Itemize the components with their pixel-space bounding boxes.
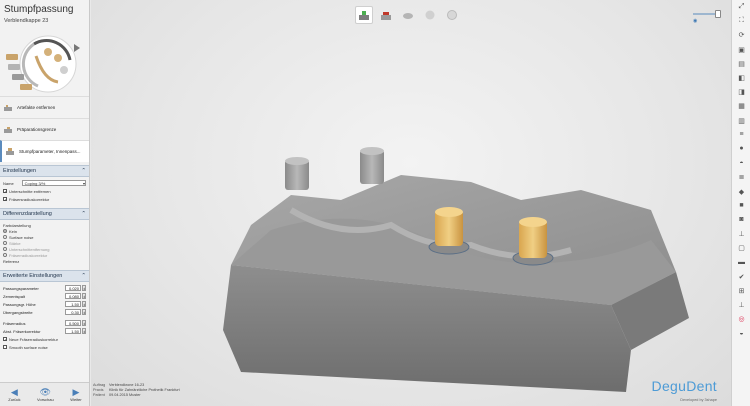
param-row: Zementspalt 0.080 ⇕ bbox=[3, 293, 86, 299]
preview-button[interactable]: 👁 Vorschau bbox=[37, 387, 54, 402]
chevron-up-icon[interactable]: ⌃ bbox=[81, 168, 86, 174]
case-info: Auftrag Verblendkrone 16-23 Praxis Klinik … bbox=[93, 383, 180, 398]
zoom-extents-icon[interactable]: ⛶ bbox=[732, 14, 750, 28]
step-label: Stumpfparameter, Innenpass... bbox=[19, 149, 81, 154]
checkbox[interactable]: ✓ bbox=[3, 337, 7, 342]
advanced-section: Passungsparameter 0.020 ⇕ Zementspalt 0.080… bbox=[0, 282, 89, 353]
eye-icon: 👁 bbox=[39, 387, 52, 397]
difference-section: Farbdarstellung Kein Surface noise Stärk… bbox=[0, 220, 89, 267]
wizard-dial[interactable] bbox=[0, 30, 89, 96]
wizard-navigation: ◀ Zurück 👁 Vorschau ▶ Weiter bbox=[0, 382, 89, 406]
ruler-icon[interactable]: ⊥ bbox=[732, 298, 750, 312]
fit-view-icon[interactable]: ⤢ bbox=[732, 0, 750, 14]
step-die-params[interactable]: Stumpfparameter, Innenpass... bbox=[0, 140, 89, 162]
left-view-icon[interactable]: ◧ bbox=[732, 71, 750, 85]
advanced-header[interactable]: Erweiterte Einstellungen ⌃ bbox=[0, 270, 89, 282]
margin-icon bbox=[4, 126, 12, 133]
param-row: Abst. Fräserkorrektur 1.50 ⇕ bbox=[3, 328, 86, 334]
right-toolbar: ⤢ ⛶ ⟳ ▣ ▤ ◧ ◨ ▦ ▥ ≡ ● ◓ ≣ ◆ ■ ◙ ⊥ ▢ ▬ ✔ … bbox=[731, 0, 750, 406]
forward-arrow-icon: ▶ bbox=[72, 387, 80, 397]
param-row: Übergangsbreite 0.30 ⇕ bbox=[3, 309, 86, 315]
palette-icon[interactable]: ◎ bbox=[732, 312, 750, 326]
step-margin[interactable]: Präparationsgrenze bbox=[0, 118, 89, 140]
panel-title: Stumpfpassung bbox=[4, 4, 74, 15]
param-input[interactable]: 0.30 bbox=[65, 309, 81, 315]
top-view-icon[interactable]: ▦ bbox=[732, 99, 750, 113]
measure-icon[interactable]: ⊥ bbox=[732, 227, 750, 241]
radio[interactable] bbox=[3, 229, 7, 233]
3d-viewport[interactable]: ◉ Auftrag Verblendkrone 16-23 Praxis Kli… bbox=[91, 0, 731, 406]
radio[interactable] bbox=[3, 253, 7, 257]
layers-icon[interactable]: ≡ bbox=[732, 128, 750, 142]
back-button[interactable]: ◀ Zurück bbox=[8, 387, 20, 402]
param-row: Fräserradius 0.500 ⇕ bbox=[3, 320, 86, 326]
layers-icon[interactable]: ≣ bbox=[732, 170, 750, 184]
front-view-icon[interactable]: ▣ bbox=[732, 43, 750, 57]
rotate-icon[interactable]: ⟳ bbox=[732, 28, 750, 42]
jaw-icon[interactable]: ◒ bbox=[732, 326, 750, 340]
chevron-up-icon[interactable]: ⌃ bbox=[81, 211, 86, 217]
param-input[interactable]: 0.020 bbox=[65, 285, 81, 291]
step-label: Artefakte entfernen bbox=[17, 105, 56, 110]
radio[interactable] bbox=[3, 247, 7, 251]
die-params-icon bbox=[6, 147, 14, 155]
spinner[interactable]: ⇕ bbox=[82, 285, 86, 291]
brand-logo: DeguDent bbox=[651, 378, 717, 394]
back-arrow-icon: ◀ bbox=[10, 387, 18, 397]
cross-section-icon[interactable]: ⊞ bbox=[732, 284, 750, 298]
tooth-icon[interactable]: ◓ bbox=[732, 156, 750, 170]
next-button[interactable]: ▶ Weiter bbox=[70, 387, 81, 402]
radio[interactable] bbox=[3, 235, 7, 239]
back-view-icon[interactable]: ▤ bbox=[732, 57, 750, 71]
radio[interactable] bbox=[3, 241, 7, 245]
cube-icon[interactable]: ■ bbox=[732, 199, 750, 213]
spinner[interactable]: ⇕ bbox=[82, 328, 86, 334]
spinner[interactable]: ⇕ bbox=[82, 309, 86, 315]
model-icon[interactable]: ▬ bbox=[732, 255, 750, 269]
checkbox[interactable]: ✓ bbox=[3, 189, 7, 194]
name-select[interactable]: Coping 3/% ▾ bbox=[21, 180, 86, 186]
model-icon bbox=[4, 104, 12, 111]
bottom-view-icon[interactable]: ▥ bbox=[732, 114, 750, 128]
spinner[interactable]: ⇕ bbox=[82, 301, 86, 307]
spinner[interactable]: ⇕ bbox=[82, 293, 86, 299]
param-input[interactable]: 0.080 bbox=[65, 293, 81, 299]
param-row: Passungsgr. Höhe 1.50 ⇕ bbox=[3, 301, 86, 307]
panel-subtitle: Verblendkappe 23 bbox=[4, 18, 49, 24]
reference-label: Referenz bbox=[3, 259, 20, 264]
checkbox-row[interactable]: ✓ Neue Fräserradiuskorrektur bbox=[3, 335, 86, 343]
difference-header[interactable]: Differenzdarstellung ⌃ bbox=[0, 208, 89, 220]
settings-section: Name Coping 3/% ▾ ✓ Unterschnitte entferne… bbox=[0, 177, 89, 205]
chevron-down-icon: ▾ bbox=[82, 180, 85, 186]
developed-by: Developed by 3shape bbox=[680, 398, 717, 402]
name-label: Name bbox=[3, 180, 14, 186]
dental-model bbox=[223, 147, 689, 392]
screenshot-icon[interactable]: ▢ bbox=[732, 241, 750, 255]
step-artifacts[interactable]: Artefakte entfernen bbox=[0, 96, 89, 118]
checkbox[interactable]: ✓ bbox=[3, 197, 7, 202]
checkbox-row[interactable]: Smooth surface noise bbox=[3, 343, 86, 351]
step-label: Präparationsgrenze bbox=[17, 127, 57, 132]
checkbox-row[interactable]: ✓ Unterschnitte entfernen bbox=[3, 187, 86, 195]
right-view-icon[interactable]: ◨ bbox=[732, 85, 750, 99]
info-row: Patient 09.04.2015 Muster bbox=[93, 393, 141, 397]
checkbox-row[interactable]: ✓ Fräsersradiuskorrektur bbox=[3, 195, 86, 203]
spinner[interactable]: ⇕ bbox=[82, 320, 86, 326]
settings-header[interactable]: Einstellungen ⌃ bbox=[0, 165, 89, 177]
check-icon[interactable]: ✔ bbox=[732, 270, 750, 284]
param-input[interactable]: 0.500 bbox=[65, 320, 81, 326]
checkbox[interactable] bbox=[3, 345, 7, 349]
camera-icon[interactable]: ◙ bbox=[732, 213, 750, 227]
param-input[interactable]: 1.50 bbox=[65, 301, 81, 307]
wizard-panel: Stumpfpassung Verblendkappe 23 Artefakte… bbox=[0, 0, 90, 406]
diamond-icon[interactable]: ◆ bbox=[732, 184, 750, 198]
chevron-up-icon[interactable]: ⌃ bbox=[81, 273, 86, 279]
sphere-icon[interactable]: ● bbox=[732, 142, 750, 156]
param-input[interactable]: 1.50 bbox=[65, 328, 81, 334]
param-row: Passungsparameter 0.020 ⇕ bbox=[3, 285, 86, 291]
